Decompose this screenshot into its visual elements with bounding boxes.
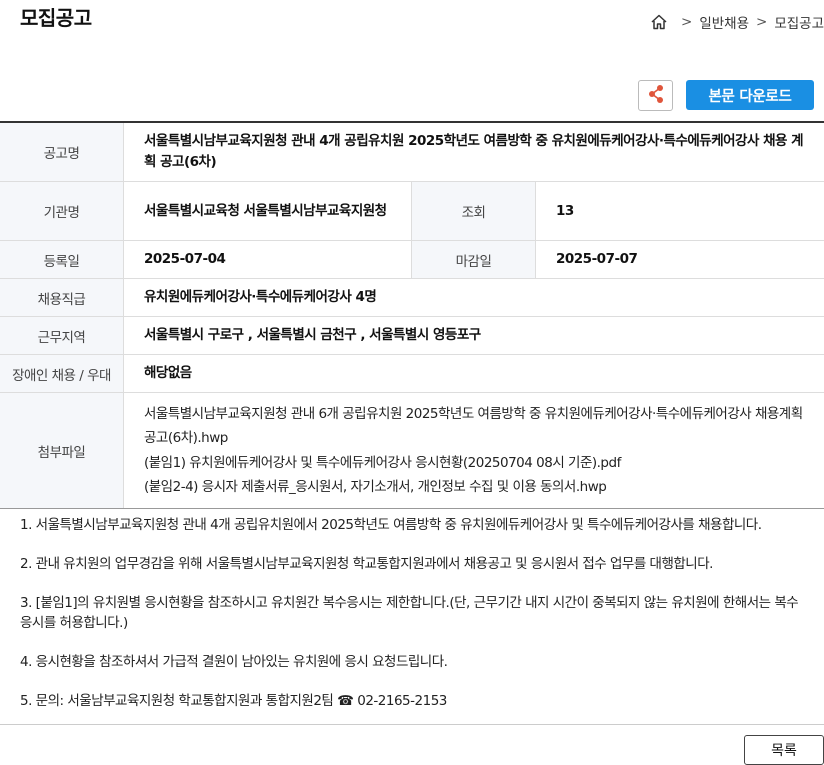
body-paragraph: 3. [붙임1]의 유치원별 응시현황을 참조하시고 유치원간 복수응시는 제한… — [20, 595, 799, 631]
body-paragraph: 4. 응시현황을 참조하셔서 가급적 결원이 남아있는 유치원에 응시 요청드립… — [20, 654, 448, 670]
breadcrumb-item-general[interactable]: 일반채용 — [699, 12, 749, 32]
disabled-hiring-label: 장애인 채용 / 우대 — [0, 355, 124, 392]
announcement-body: 1. 서울특별시남부교육지원청 관내 4개 공립유치원에서 2025학년도 여름… — [20, 515, 810, 711]
views-value: 13 — [556, 202, 574, 219]
disabled-hiring-value: 해당없음 — [144, 365, 192, 381]
job-position-value: 유치원에듀케어강사·특수에듀케어강사 4명 — [144, 289, 377, 305]
home-icon[interactable] — [650, 13, 668, 31]
breadcrumb-item-current[interactable]: 모집공고 — [774, 12, 824, 32]
share-button[interactable] — [638, 80, 673, 111]
deadline-label: 마감일 — [412, 241, 536, 278]
table-row: 첨부파일 서울특별시남부교육지원청 관내 6개 공립유치원 2025학년도 여름… — [0, 393, 824, 509]
job-position-label: 채용직급 — [0, 279, 124, 316]
breadcrumb: > 일반채용 > 모집공고 — [650, 12, 824, 32]
body-paragraph: 5. 문의: 서울남부교육지원청 학교통합지원과 통합지원2팀 ☎ 02-216… — [20, 693, 447, 709]
divider — [0, 724, 824, 725]
list-button[interactable]: 목록 — [744, 735, 824, 765]
work-region-value: 서울특별시 구로구 , 서울특별시 금천구 , 서울특별시 영등포구 — [144, 327, 481, 343]
body-paragraph: 1. 서울특별시남부교육지원청 관내 4개 공립유치원에서 2025학년도 여름… — [20, 517, 762, 533]
attachment-link[interactable]: (붙임1) 유치원에듀케어강사 및 특수에듀케어강사 응시현황(20250704… — [144, 451, 621, 476]
views-label: 조회 — [412, 182, 536, 240]
table-row: 공고명 서울특별시남부교육지원청 관내 4개 공립유치원 2025학년도 여름방… — [0, 123, 824, 182]
download-body-button[interactable]: 본문 다운로드 — [686, 80, 814, 110]
registration-date-label: 등록일 — [0, 241, 124, 278]
deadline-value: 2025-07-07 — [556, 251, 638, 267]
announcement-title-label: 공고명 — [0, 123, 124, 181]
organization-value: 서울특별시교육청 서울특별시남부교육지원청 — [124, 182, 412, 240]
announcement-info-table: 공고명 서울특별시남부교육지원청 관내 4개 공립유치원 2025학년도 여름방… — [0, 121, 824, 509]
attachment-link[interactable]: 서울특별시남부교육지원청 관내 6개 공립유치원 2025학년도 여름방학 중 … — [144, 402, 804, 451]
table-row: 기관명 서울특별시교육청 서울특별시남부교육지원청 조회 13 — [0, 182, 824, 241]
table-row: 등록일 2025-07-04 마감일 2025-07-07 — [0, 241, 824, 279]
attachment-link[interactable]: (붙임2-4) 응시자 제출서류_응시원서, 자기소개서, 개인정보 수집 및 … — [144, 475, 607, 500]
work-region-label: 근무지역 — [0, 317, 124, 354]
body-paragraph: 2. 관내 유치원의 업무경감을 위해 서울특별시남부교육지원청 학교통합지원과… — [20, 556, 713, 572]
share-icon — [647, 84, 665, 108]
breadcrumb-separator: > — [756, 14, 768, 30]
page-title: 모집공고 — [20, 6, 92, 30]
registration-date-value: 2025-07-04 — [124, 241, 412, 278]
attachments-list: 서울특별시남부교육지원청 관내 6개 공립유치원 2025학년도 여름방학 중 … — [124, 393, 824, 508]
table-row: 채용직급 유치원에듀케어강사·특수에듀케어강사 4명 — [0, 279, 824, 317]
attachments-label: 첨부파일 — [0, 393, 124, 508]
breadcrumb-separator: > — [681, 14, 693, 30]
table-row: 근무지역 서울특별시 구로구 , 서울특별시 금천구 , 서울특별시 영등포구 — [0, 317, 824, 355]
announcement-title-value: 서울특별시남부교육지원청 관내 4개 공립유치원 2025학년도 여름방학 중 … — [144, 133, 804, 170]
organization-label: 기관명 — [0, 182, 124, 240]
table-row: 장애인 채용 / 우대 해당없음 — [0, 355, 824, 393]
